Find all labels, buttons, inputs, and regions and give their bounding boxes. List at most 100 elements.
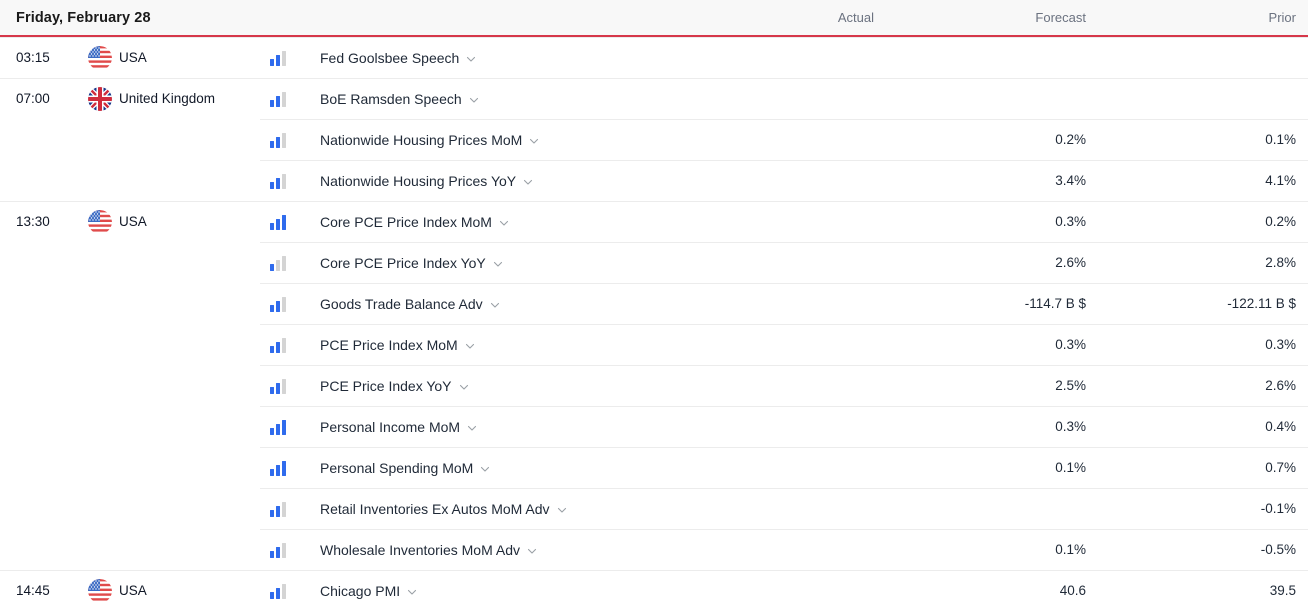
impact-bar-3 bbox=[282, 542, 286, 558]
impact-bar-1 bbox=[270, 58, 274, 66]
chevron-down-icon[interactable] bbox=[529, 136, 539, 146]
country-label: USA bbox=[119, 214, 147, 229]
chevron-down-icon[interactable] bbox=[493, 259, 503, 269]
prior-value: -0.1% bbox=[1260, 501, 1296, 516]
prior-value: 0.1% bbox=[1265, 132, 1296, 147]
event-label: Core PCE Price Index MoM bbox=[320, 213, 492, 230]
row-divider bbox=[260, 160, 1308, 161]
event-label: Wholesale Inventories MoM Adv bbox=[320, 541, 520, 558]
impact-bar-2 bbox=[276, 54, 280, 66]
table-row[interactable]: 13:30 USA Core PCE Price Index MoM 0.3% 0.2% bbox=[0, 201, 1308, 242]
country-label: USA bbox=[119, 50, 147, 65]
impact-bar-2 bbox=[276, 341, 280, 353]
country-cell: USA bbox=[88, 209, 147, 234]
table-row[interactable]: Personal Income MoM 0.3% 0.4% bbox=[0, 406, 1308, 447]
impact-bar-1 bbox=[270, 181, 274, 189]
prior-value: 39.5 bbox=[1269, 583, 1296, 598]
event-name-cell[interactable]: Personal Income MoM bbox=[320, 419, 477, 435]
event-label: Personal Income MoM bbox=[320, 418, 461, 435]
event-name-cell[interactable]: Retail Inventories Ex Autos MoM Adv bbox=[320, 501, 567, 517]
chevron-down-icon[interactable] bbox=[527, 546, 537, 556]
chevron-down-icon[interactable] bbox=[466, 54, 476, 64]
impact-bars-icon bbox=[270, 542, 292, 558]
table-row[interactable]: Retail Inventories Ex Autos MoM Adv -0.1% bbox=[0, 488, 1308, 529]
impact-bar-3 bbox=[282, 214, 286, 230]
impact-bars-icon bbox=[270, 337, 292, 353]
impact-bar-2 bbox=[276, 382, 280, 394]
table-row[interactable]: Goods Trade Balance Adv -114.7 B $ -122.11… bbox=[0, 283, 1308, 324]
chevron-down-icon[interactable] bbox=[557, 505, 567, 515]
impact-bar-2 bbox=[276, 546, 280, 558]
event-label: Chicago PMI bbox=[320, 582, 401, 599]
impact-bar-3 bbox=[282, 419, 286, 435]
chevron-down-icon[interactable] bbox=[523, 177, 533, 187]
event-name-cell[interactable]: Chicago PMI bbox=[320, 583, 417, 599]
impact-bar-2 bbox=[276, 177, 280, 189]
forecast-value: 0.3% bbox=[1055, 337, 1086, 352]
row-divider bbox=[260, 119, 1308, 120]
event-name-cell[interactable]: PCE Price Index MoM bbox=[320, 337, 475, 353]
table-row[interactable]: Core PCE Price Index YoY 2.6% 2.8% bbox=[0, 242, 1308, 283]
table-row[interactable]: 07:00 United Kingdom BoE Ramsden Speech bbox=[0, 78, 1308, 119]
impact-bar-3 bbox=[282, 337, 286, 353]
impact-bar-1 bbox=[270, 345, 274, 353]
event-name-cell[interactable]: Nationwide Housing Prices YoY bbox=[320, 173, 533, 189]
flag-usa-icon bbox=[88, 209, 112, 234]
table-row[interactable]: Nationwide Housing Prices YoY 3.4% 4.1% bbox=[0, 160, 1308, 201]
prior-value: 4.1% bbox=[1265, 173, 1296, 188]
table-row[interactable]: Wholesale Inventories MoM Adv 0.1% -0.5% bbox=[0, 529, 1308, 570]
event-name-cell[interactable]: Core PCE Price Index MoM bbox=[320, 214, 509, 230]
table-row[interactable]: PCE Price Index YoY 2.5% 2.6% bbox=[0, 365, 1308, 406]
event-label: Nationwide Housing Prices MoM bbox=[320, 131, 523, 148]
chevron-down-icon[interactable] bbox=[407, 587, 417, 597]
row-divider bbox=[260, 365, 1308, 366]
impact-bar-1 bbox=[270, 550, 274, 558]
chevron-down-icon[interactable] bbox=[469, 95, 479, 105]
impact-bar-2 bbox=[276, 95, 280, 107]
event-label: BoE Ramsden Speech bbox=[320, 90, 462, 107]
impact-bars-icon bbox=[270, 132, 292, 148]
forecast-value: 0.2% bbox=[1055, 132, 1086, 147]
table-row[interactable]: PCE Price Index MoM 0.3% 0.3% bbox=[0, 324, 1308, 365]
impact-bars-icon bbox=[270, 583, 292, 599]
table-row[interactable]: Nationwide Housing Prices MoM 0.2% 0.1% bbox=[0, 119, 1308, 160]
impact-bar-3 bbox=[282, 296, 286, 312]
event-name-cell[interactable]: Fed Goolsbee Speech bbox=[320, 50, 476, 66]
country-label: United Kingdom bbox=[119, 91, 216, 106]
event-name-cell[interactable]: Wholesale Inventories MoM Adv bbox=[320, 542, 537, 558]
impact-bars-icon bbox=[270, 255, 292, 271]
event-name-cell[interactable]: BoE Ramsden Speech bbox=[320, 91, 479, 107]
event-name-cell[interactable]: PCE Price Index YoY bbox=[320, 378, 469, 394]
chevron-down-icon[interactable] bbox=[490, 300, 500, 310]
country-cell: USA bbox=[88, 45, 147, 70]
prior-value: 0.3% bbox=[1265, 337, 1296, 352]
event-label: PCE Price Index MoM bbox=[320, 336, 458, 353]
event-name-cell[interactable]: Core PCE Price Index YoY bbox=[320, 255, 503, 271]
chevron-down-icon[interactable] bbox=[465, 341, 475, 351]
forecast-value: 3.4% bbox=[1055, 173, 1086, 188]
impact-bars-icon bbox=[270, 460, 292, 476]
impact-bar-3 bbox=[282, 91, 286, 107]
event-label: PCE Price Index YoY bbox=[320, 377, 452, 394]
impact-bar-2 bbox=[276, 423, 280, 435]
event-time: 07:00 bbox=[16, 91, 50, 106]
table-row[interactable]: Personal Spending MoM 0.1% 0.7% bbox=[0, 447, 1308, 488]
event-name-cell[interactable]: Goods Trade Balance Adv bbox=[320, 296, 500, 312]
impact-bar-2 bbox=[276, 218, 280, 230]
chevron-down-icon[interactable] bbox=[499, 218, 509, 228]
table-row[interactable]: 03:15 USA Fed Goolsbee Speech bbox=[0, 37, 1308, 78]
row-divider bbox=[0, 201, 1308, 202]
event-name-cell[interactable]: Nationwide Housing Prices MoM bbox=[320, 132, 539, 148]
column-header-forecast: Forecast bbox=[1035, 10, 1086, 25]
chevron-down-icon[interactable] bbox=[459, 382, 469, 392]
impact-bar-1 bbox=[270, 386, 274, 394]
chevron-down-icon[interactable] bbox=[467, 423, 477, 433]
event-name-cell[interactable]: Personal Spending MoM bbox=[320, 460, 490, 476]
chevron-down-icon[interactable] bbox=[480, 464, 490, 474]
impact-bar-1 bbox=[270, 99, 274, 107]
table-row[interactable]: 14:45 USA Chicago PMI 40.6 39.5 bbox=[0, 570, 1308, 611]
economic-calendar: Friday, February 28 Actual Forecast Prio… bbox=[0, 0, 1308, 611]
calendar-header: Friday, February 28 Actual Forecast Prio… bbox=[0, 0, 1308, 37]
row-divider bbox=[260, 242, 1308, 243]
prior-value: 0.4% bbox=[1265, 419, 1296, 434]
